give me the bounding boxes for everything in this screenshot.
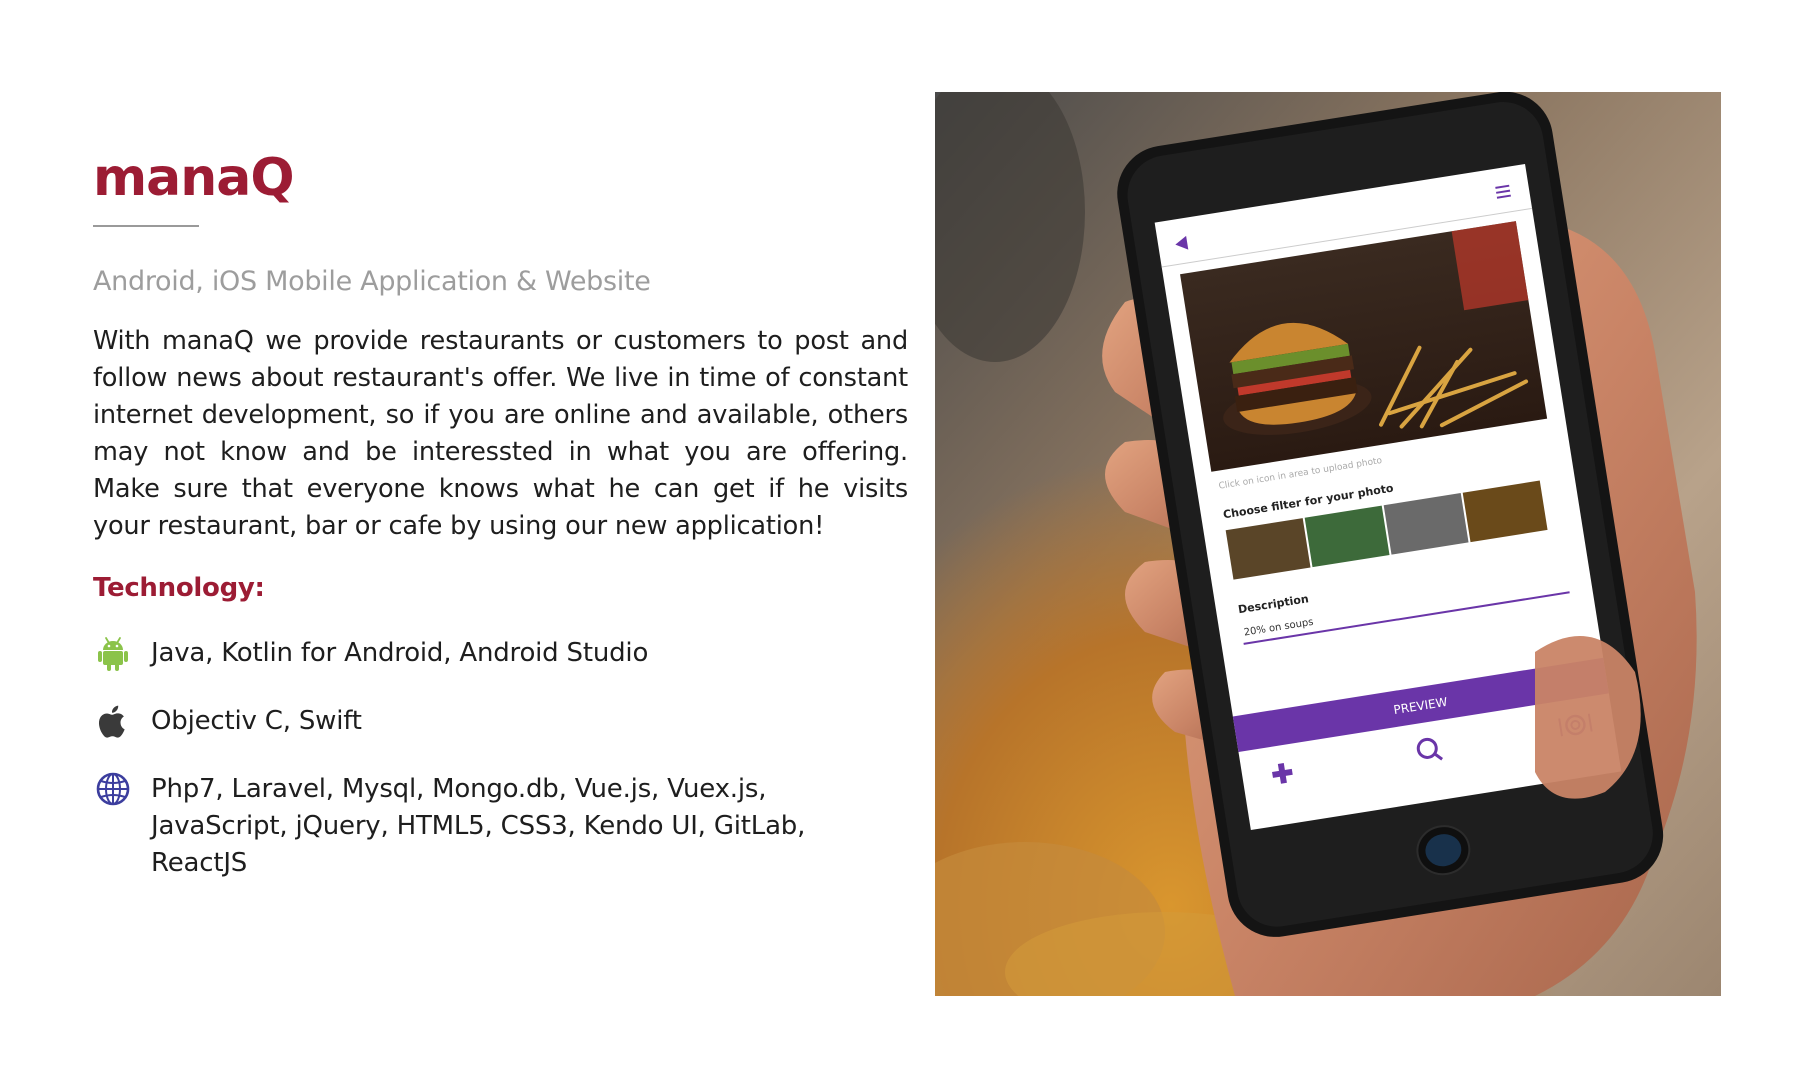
- project-description: With manaQ we provide restaurants or cus…: [93, 326, 908, 542]
- globe-icon: [93, 769, 133, 809]
- technology-heading: Technology:: [93, 573, 265, 604]
- title-divider: [93, 225, 199, 228]
- android-icon: [93, 633, 133, 673]
- app-hero-photo: Click on icon in area to upload photo Ch…: [935, 92, 1721, 996]
- technology-list: Java, Kotlin for Android, Android Studio…: [93, 635, 908, 882]
- page-title: manaQ: [93, 148, 295, 208]
- tech-text-android: Java, Kotlin for Android, Android Studio: [151, 638, 649, 669]
- apple-icon: [93, 701, 133, 741]
- tech-item-android: Java, Kotlin for Android, Android Studio: [93, 635, 908, 673]
- tech-item-web: Php7, Laravel, Mysql, Mongo.db, Vue.js, …: [93, 771, 908, 882]
- tech-text-web: Php7, Laravel, Mysql, Mongo.db, Vue.js, …: [151, 774, 806, 879]
- content-column: manaQ Android, iOS Mobile Application & …: [93, 148, 908, 912]
- tech-text-ios: Objectiv C, Swift: [151, 706, 362, 737]
- tech-item-ios: Objectiv C, Swift: [93, 703, 908, 741]
- platform-subtitle: Android, iOS Mobile Application & Websit…: [93, 266, 651, 298]
